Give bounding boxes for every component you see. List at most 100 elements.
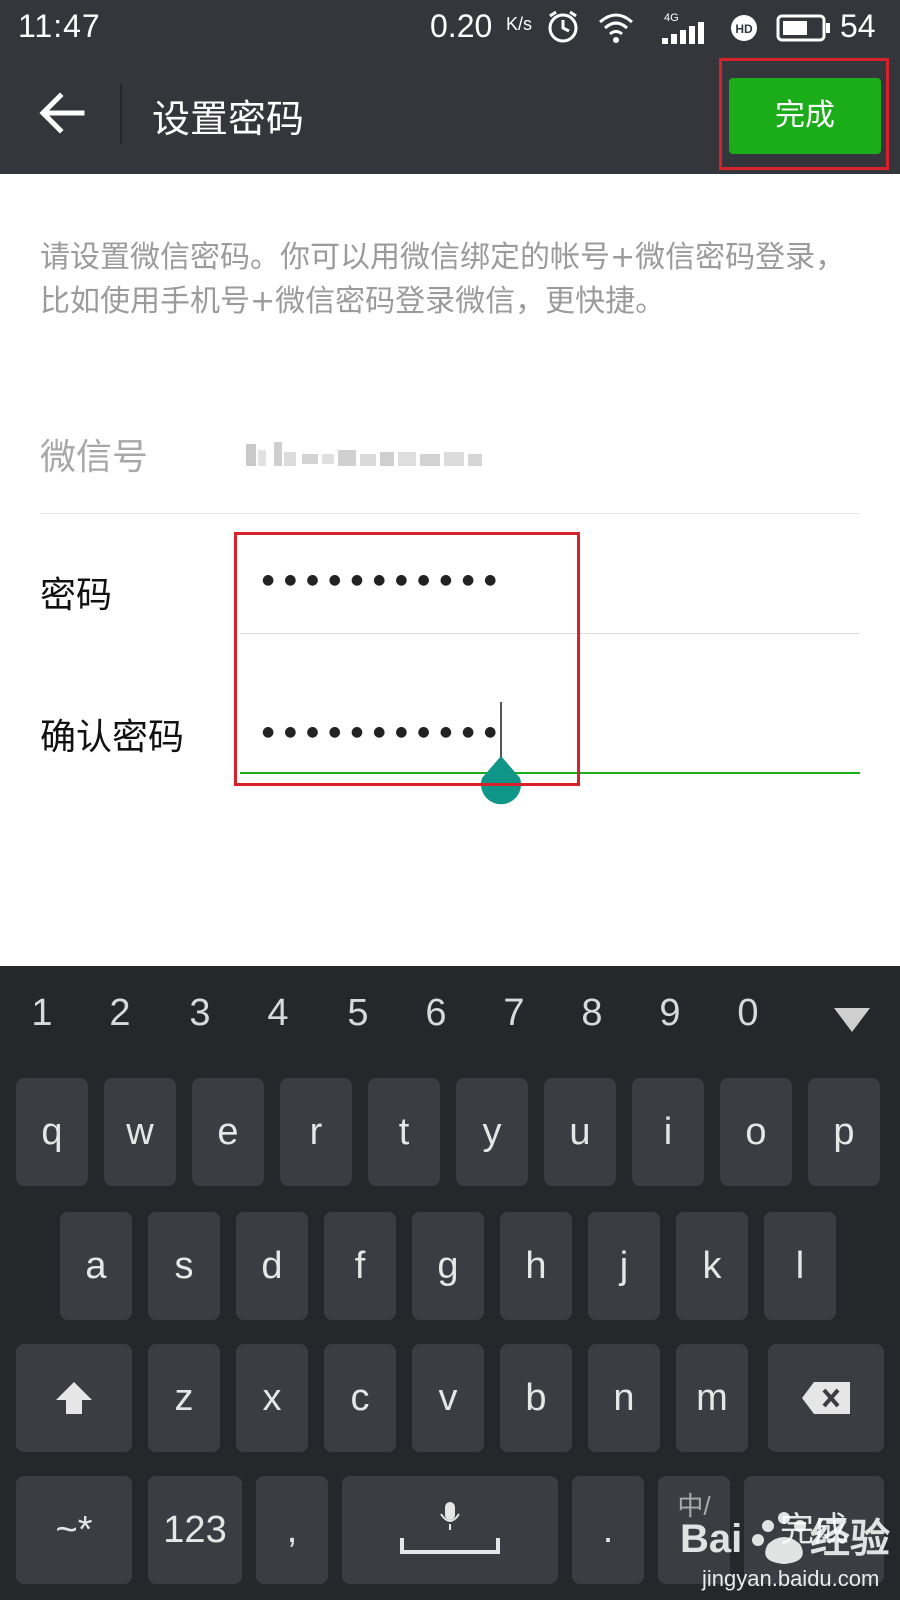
battery-icon	[776, 14, 830, 42]
key-w[interactable]: w	[104, 1078, 176, 1186]
key-o[interactable]: o	[720, 1078, 792, 1186]
hide-keyboard-icon[interactable]	[832, 1006, 872, 1034]
key-r[interactable]: r	[280, 1078, 352, 1186]
key-s[interactable]: s	[148, 1212, 220, 1320]
key-w-label: w	[126, 1111, 154, 1153]
key-t[interactable]: t	[368, 1078, 440, 1186]
key-m[interactable]: m	[676, 1344, 748, 1452]
key-z[interactable]: z	[148, 1344, 220, 1452]
header-divider	[120, 84, 122, 144]
number-key-9[interactable]: 9	[640, 992, 700, 1035]
key-n-label: n	[613, 1377, 635, 1419]
key-s-label: s	[174, 1245, 194, 1287]
key-h-label: h	[525, 1245, 547, 1287]
symbols-key-label: ~*	[55, 1509, 93, 1551]
confirm-password-label: 确认密码	[40, 717, 185, 758]
svg-text:Bai: Bai	[680, 1517, 742, 1561]
top-bar: 设置密码 完成	[0, 54, 900, 174]
svg-text:HD: HD	[735, 22, 753, 36]
key-b-label: b	[525, 1377, 547, 1419]
number-key-2[interactable]: 2	[90, 992, 150, 1035]
key-a-label: a	[85, 1245, 107, 1287]
number-key-5[interactable]: 5	[328, 992, 388, 1035]
key-f-label: f	[354, 1245, 366, 1287]
page-title: 设置密码	[152, 97, 305, 141]
key-u-label: u	[569, 1111, 591, 1153]
key-i[interactable]: i	[632, 1078, 704, 1186]
alarm-icon	[548, 10, 578, 43]
key-g-label: g	[437, 1245, 459, 1287]
wifi-icon	[599, 13, 633, 43]
highlight-frame	[719, 58, 889, 170]
row-divider	[40, 513, 860, 514]
net-speed-unit: K/s	[506, 14, 533, 34]
space-key[interactable]	[342, 1476, 558, 1584]
highlight-frame	[234, 532, 580, 786]
key-b[interactable]: b	[500, 1344, 572, 1452]
key-z-label: z	[174, 1377, 194, 1419]
shift-icon	[56, 1382, 92, 1414]
key-x[interactable]: x	[236, 1344, 308, 1452]
key-n[interactable]: n	[588, 1344, 660, 1452]
svg-text:经验: 经验	[810, 1517, 890, 1561]
key-a[interactable]: a	[60, 1212, 132, 1320]
key-q[interactable]: q	[16, 1078, 88, 1186]
account-label: 微信号	[40, 437, 149, 478]
battery-level: 54	[840, 8, 876, 44]
net-speed: 0.20	[430, 8, 493, 44]
key-e-label: e	[217, 1111, 239, 1153]
comma-key[interactable]: ,	[256, 1476, 328, 1584]
number-key-1[interactable]: 1	[12, 992, 72, 1035]
key-k[interactable]: k	[676, 1212, 748, 1320]
key-u[interactable]: u	[544, 1078, 616, 1186]
number-row: 1234567890	[0, 966, 900, 1074]
key-h[interactable]: h	[500, 1212, 572, 1320]
numeric-key-label: 123	[163, 1509, 227, 1551]
period-key[interactable]: .	[572, 1476, 644, 1584]
key-r-label: r	[309, 1111, 323, 1153]
key-j-label: j	[619, 1245, 629, 1287]
period-key-label: .	[602, 1509, 614, 1551]
key-l-label: l	[795, 1245, 805, 1287]
number-key-4[interactable]: 4	[248, 992, 308, 1035]
instruction-text: 请设置微信密码。你可以用微信绑定的帐号+微信密码登录，比如使用手机号+微信密码登…	[40, 240, 846, 319]
key-g[interactable]: g	[412, 1212, 484, 1320]
key-c[interactable]: c	[324, 1344, 396, 1452]
key-o-label: o	[745, 1111, 767, 1153]
status-bar: 11:47 0.20 K/s 4G HD 54	[0, 0, 900, 54]
number-key-3[interactable]: 3	[170, 992, 230, 1035]
key-d-label: d	[261, 1245, 283, 1287]
number-key-7[interactable]: 7	[484, 992, 544, 1035]
password-label: 密码	[40, 575, 113, 616]
blurred-account-value	[246, 442, 482, 466]
key-i-label: i	[663, 1111, 673, 1153]
key-l[interactable]: l	[764, 1212, 836, 1320]
key-y[interactable]: y	[456, 1078, 528, 1186]
back-arrow-icon[interactable]	[38, 92, 86, 134]
key-j[interactable]: j	[588, 1212, 660, 1320]
key-m-label: m	[696, 1377, 728, 1419]
numeric-key[interactable]: 123	[148, 1476, 242, 1584]
watermark-url: jingyan.baidu.com	[702, 1566, 880, 1591]
shift-key[interactable]	[16, 1344, 132, 1452]
key-p-label: p	[833, 1111, 855, 1153]
microphone-icon	[440, 1502, 460, 1530]
backspace-icon	[802, 1382, 850, 1414]
space-bar-icon	[400, 1538, 500, 1554]
key-f[interactable]: f	[324, 1212, 396, 1320]
number-key-6[interactable]: 6	[406, 992, 466, 1035]
key-c-label: c	[350, 1377, 370, 1419]
key-x-label: x	[262, 1377, 282, 1419]
backspace-key[interactable]	[768, 1344, 884, 1452]
key-v[interactable]: v	[412, 1344, 484, 1452]
symbols-key[interactable]: ~*	[16, 1476, 132, 1584]
signal-icon	[662, 22, 704, 44]
status-time: 11:47	[18, 8, 101, 44]
key-k-label: k	[702, 1245, 722, 1287]
key-e[interactable]: e	[192, 1078, 264, 1186]
key-t-label: t	[398, 1111, 410, 1153]
key-d[interactable]: d	[236, 1212, 308, 1320]
number-key-0[interactable]: 0	[718, 992, 778, 1035]
number-key-8[interactable]: 8	[562, 992, 622, 1035]
key-p[interactable]: p	[808, 1078, 880, 1186]
